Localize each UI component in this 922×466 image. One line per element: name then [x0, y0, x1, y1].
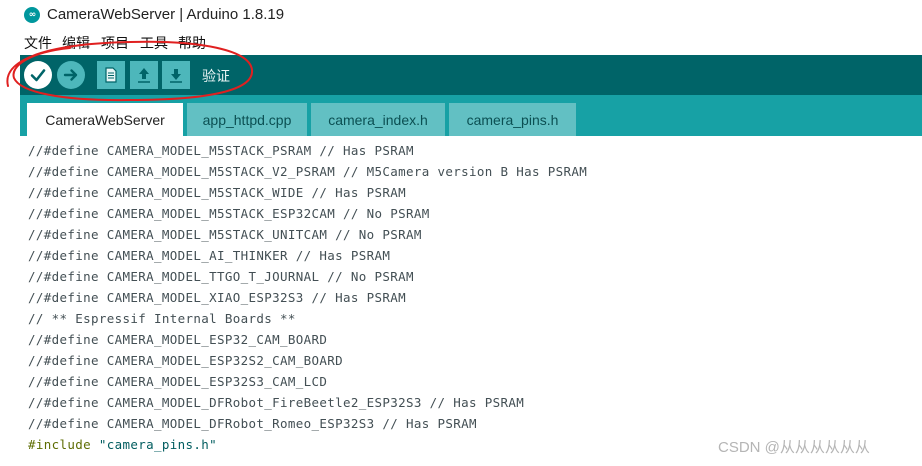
code-line: //#define CAMERA_MODEL_ESP32_CAM_BOARD — [28, 332, 328, 347]
title-bar: ∞ CameraWebServer | Arduino 1.8.19 — [0, 0, 922, 31]
upload-icon — [63, 69, 78, 81]
code-line: //#define CAMERA_MODEL_M5STACK_UNITCAM /… — [28, 227, 422, 242]
code-line: //#define CAMERA_MODEL_ESP32S3_CAM_LCD — [28, 374, 328, 389]
menu-bar: 文件 编辑 项目 工具 帮助 — [0, 31, 922, 53]
save-sketch-button[interactable] — [162, 61, 190, 89]
code-line: //#define CAMERA_MODEL_M5STACK_ESP32CAM … — [28, 206, 430, 221]
menu-tools[interactable]: 工具 — [140, 33, 168, 53]
code-line: //#define CAMERA_MODEL_DFRobot_Romeo_ESP… — [28, 416, 477, 431]
verify-button[interactable] — [24, 61, 52, 89]
code-line: //#define CAMERA_MODEL_TTGO_T_JOURNAL //… — [28, 269, 414, 284]
menu-edit[interactable]: 编辑 — [62, 33, 90, 53]
csdn-watermark: CSDN @从从从从从从 — [718, 439, 870, 456]
toolbar-hover-label: 验证 — [202, 69, 230, 85]
arduino-logo-icon: ∞ — [24, 7, 40, 23]
open-icon — [138, 68, 150, 83]
new-icon — [105, 67, 117, 83]
code-line: //#define CAMERA_MODEL_M5STACK_V2_PSRAM … — [28, 164, 588, 179]
tab-app-httpd[interactable]: app_httpd.cpp — [187, 103, 307, 136]
menu-file[interactable]: 文件 — [24, 33, 52, 53]
tab-camerawebserver[interactable]: CameraWebServer — [27, 103, 183, 136]
open-sketch-button[interactable] — [130, 61, 158, 89]
code-line: //#define CAMERA_MODEL_XIAO_ESP32S3 // H… — [28, 290, 407, 305]
include-file: "camera_pins.h" — [98, 437, 218, 452]
upload-button[interactable] — [57, 61, 85, 89]
code-line: // ** Espressif Internal Boards ** — [28, 311, 296, 326]
code-line: //#define CAMERA_MODEL_M5STACK_PSRAM // … — [28, 143, 414, 158]
code-line: //#define CAMERA_MODEL_ESP32S2_CAM_BOARD — [28, 353, 344, 368]
code-line: //#define CAMERA_MODEL_DFRobot_FireBeetl… — [28, 395, 525, 410]
toolbar: 验证 — [20, 55, 922, 95]
tab-camera-index[interactable]: camera_index.h — [311, 103, 445, 136]
save-icon — [170, 69, 182, 83]
menu-help[interactable]: 帮助 — [178, 33, 206, 53]
window-title: CameraWebServer | Arduino 1.8.19 — [47, 6, 285, 23]
verify-icon — [30, 69, 46, 82]
code-editor[interactable]: //#define CAMERA_MODEL_M5STACK_PSRAM // … — [20, 136, 922, 466]
tab-bar: CameraWebServer app_httpd.cpp camera_ind… — [20, 95, 922, 136]
include-keyword: #include — [28, 437, 92, 452]
code-line-include: #include "camera_pins.h" — [28, 437, 217, 452]
code-line: //#define CAMERA_MODEL_AI_THINKER // Has… — [28, 248, 391, 263]
code-line: //#define CAMERA_MODEL_M5STACK_WIDE // H… — [28, 185, 407, 200]
menu-sketch[interactable]: 项目 — [101, 33, 129, 53]
new-sketch-button[interactable] — [97, 61, 125, 89]
tab-camera-pins[interactable]: camera_pins.h — [449, 103, 576, 136]
